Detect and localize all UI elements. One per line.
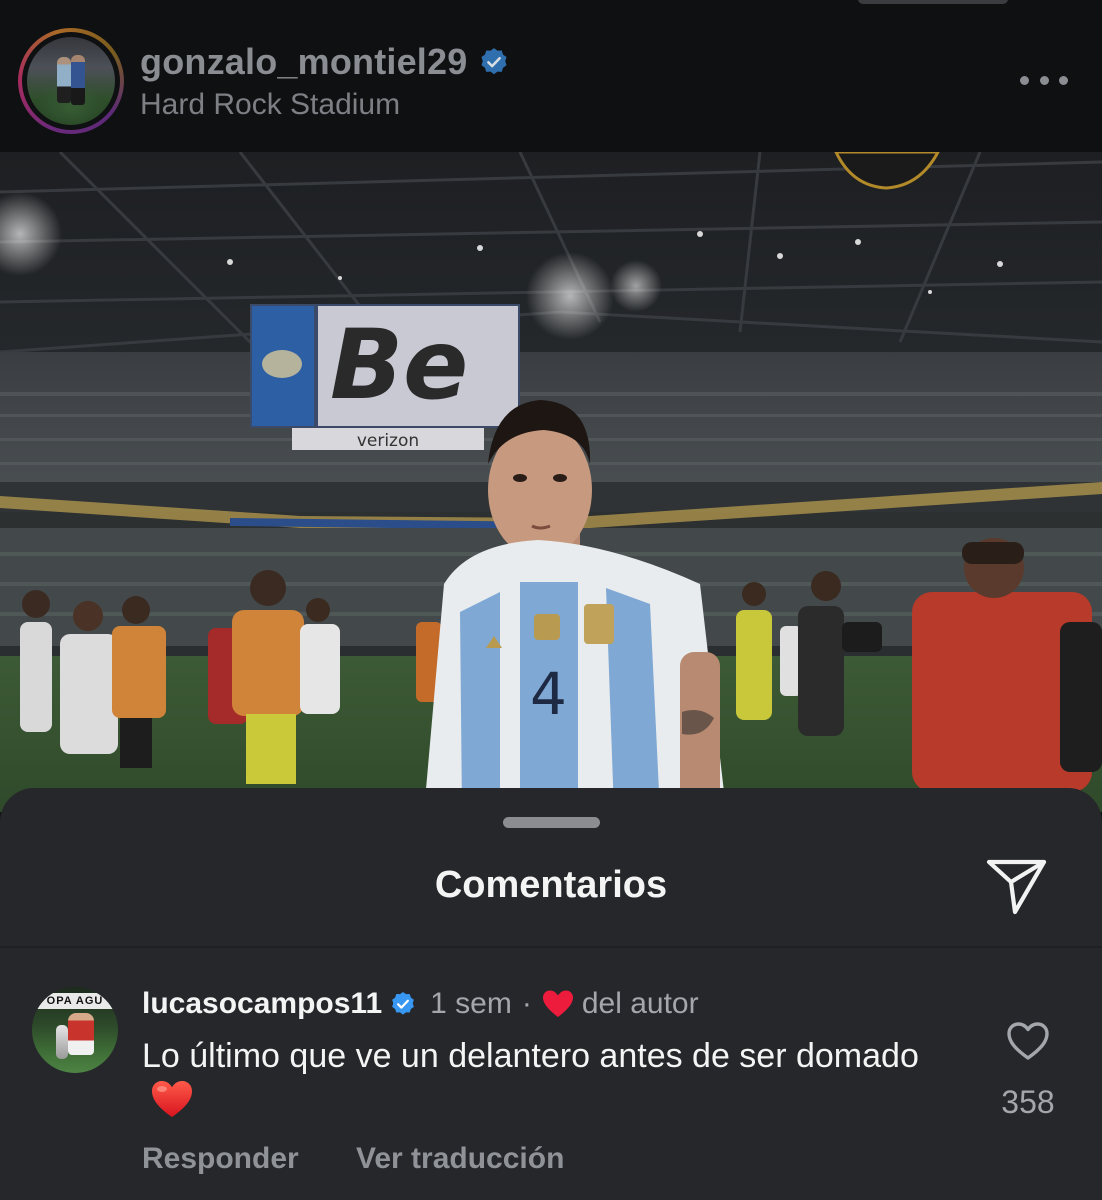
meta-separator: · [521,987,532,1020]
commenter-avatar[interactable]: OPA AGU [32,987,118,1073]
instagram-post-screen: gonzalo_montiel29 Hard Rock Stadium Be v… [0,0,1102,1200]
verified-badge-icon [392,991,414,1015]
more-options-icon[interactable] [1020,68,1068,92]
sponsor-text: verizon [357,431,419,451]
avatar-photo [27,37,115,125]
reply-button[interactable]: Responder [142,1142,299,1176]
like-count: 358 [1001,1084,1055,1120]
post-image[interactable]: Be verizon 4 [0,152,1102,812]
top-status-pill [858,0,1008,4]
sheet-divider [0,946,1102,948]
see-translation-button[interactable]: Ver traducción [356,1142,564,1176]
comment-meta: lucasocampos11 1 sem · del autor [142,984,699,1024]
comment-username[interactable]: lucasocampos11 [142,987,382,1021]
comment-timestamp: 1 sem [430,987,512,1020]
post-author-avatar[interactable] [18,28,124,134]
verified-badge-icon [481,48,507,75]
post-header: gonzalo_montiel29 Hard Rock Stadium [0,0,1102,152]
jersey-number: 4 [530,660,567,728]
author-liked-heart-icon [542,990,573,1017]
stadium-photo: Be verizon 4 [0,152,1102,812]
comment-text: Lo último que ve un delantero antes de s… [142,1037,919,1075]
share-icon[interactable] [984,856,1050,916]
comments-title: Comentarios [434,864,668,906]
liked-by-author-label: del autor [581,987,699,1020]
post-location[interactable]: Hard Rock Stadium [140,88,400,122]
red-heart-emoji-icon [152,1081,192,1117]
scoreboard-text: Be [330,309,468,421]
sheet-drag-handle[interactable] [503,817,600,828]
like-heart-icon[interactable] [1006,1020,1050,1062]
comment-body: Lo último que ve un delantero antes de s… [142,1034,942,1122]
post-username[interactable]: gonzalo_montiel29 [140,41,467,83]
post-username-row: gonzalo_montiel29 [140,40,509,84]
